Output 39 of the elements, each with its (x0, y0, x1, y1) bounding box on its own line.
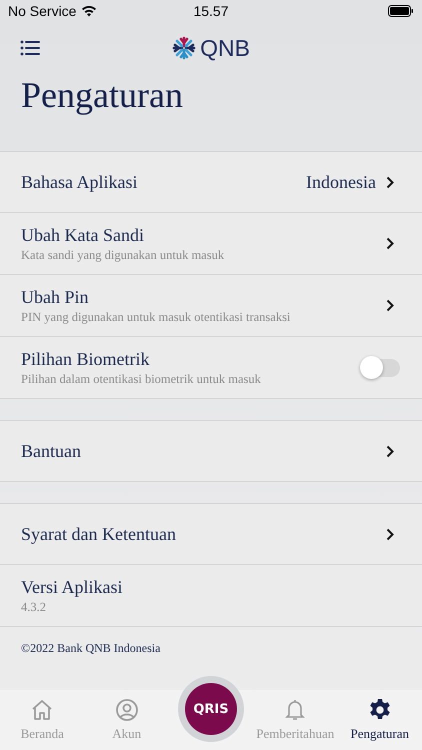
row-label: Pilihan Biometrik (21, 348, 150, 370)
settings-row[interactable]: Ubah Kata Sandi Kata sandi yang digunakan untuk masuk (0, 213, 422, 275)
row-label: Bantuan (21, 440, 82, 462)
row-label: Versi Aplikasi (21, 576, 124, 598)
toggle-switch[interactable] (362, 358, 400, 376)
home-icon (30, 698, 54, 722)
row-value: Indonesia (306, 172, 376, 192)
row-description: Pilihan dalam otentikasi biometrik untuk masuk (21, 372, 262, 386)
row-description: Kata sandi yang digunakan untuk masuk (21, 248, 226, 262)
user-icon (114, 698, 139, 722)
clock-text: 15.57 (193, 3, 229, 19)
row-description: PIN yang digunakan untuk masuk otentikasi transaksi (21, 310, 292, 324)
row-label: Ubah Kata Sandi (21, 224, 145, 246)
menu-icon[interactable] (20, 40, 40, 56)
page-title: Pengaturan (20, 74, 184, 117)
chevron-right-icon (386, 299, 394, 312)
row-label: Syarat dan Ketentuan (21, 524, 177, 544)
wifi-icon (81, 5, 98, 17)
settings-row[interactable]: Syarat dan Ketentuan (0, 503, 422, 565)
logo-text: QNB (200, 34, 250, 62)
settings-icon (368, 698, 392, 722)
chevron-right-icon (386, 237, 394, 250)
settings-row[interactable]: Ubah Pin PIN yang digunakan untuk masuk otentikasi transaksi (0, 275, 422, 337)
settings-row[interactable]: Bantuan (0, 420, 422, 482)
tab[interactable]: Pengaturan (338, 698, 422, 742)
battery-icon (388, 5, 414, 17)
settings-row[interactable]: Pilihan Biometrik Pilihan dalam otentikasi biometrik untuk masuk (0, 337, 422, 399)
chevron-right-icon (386, 444, 394, 458)
bell-icon (283, 698, 308, 722)
chevron-right-icon (386, 528, 394, 540)
settings-row[interactable]: Bahasa Aplikasi Indonesia (0, 151, 422, 213)
row-label: Ubah Pin (21, 286, 90, 308)
chevron-right-icon (386, 176, 394, 188)
row-label: Bahasa Aplikasi (21, 172, 138, 192)
carrier-text: No Service (8, 3, 76, 19)
copyright-text: ©2022 Bank QNB Indonesia (21, 641, 160, 655)
qris-button[interactable]: QRIS (185, 683, 237, 735)
row-description: 4.3.2 (21, 600, 47, 614)
star-logo-icon (172, 36, 196, 60)
